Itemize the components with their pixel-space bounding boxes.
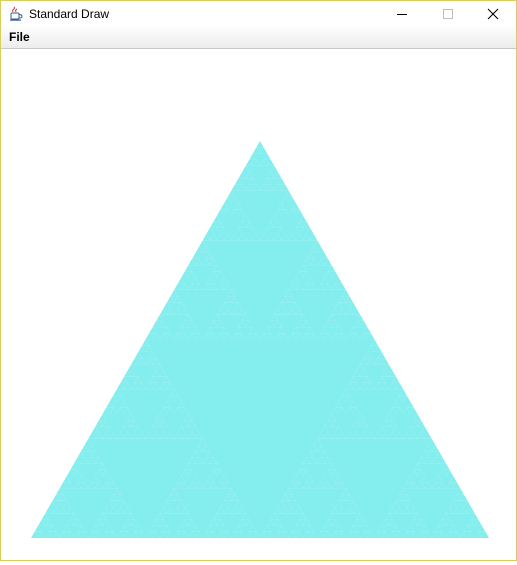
drawing-canvas[interactable] <box>2 49 514 560</box>
window-title: Standard Draw <box>29 7 110 21</box>
menu-bar: File <box>1 27 516 49</box>
java-cup-icon[interactable] <box>8 6 24 22</box>
menu-file[interactable]: File <box>9 30 30 45</box>
close-button[interactable] <box>470 1 516 27</box>
app-window: Standard Draw File <box>0 0 517 561</box>
maximize-button[interactable] <box>425 1 471 27</box>
sierpinski-drawing <box>31 141 489 538</box>
maximize-icon <box>443 9 453 19</box>
close-icon <box>487 8 499 20</box>
fractal-leaf-triangle <box>256 141 264 148</box>
minimize-icon <box>397 14 407 15</box>
title-bar[interactable]: Standard Draw <box>1 1 516 27</box>
minimize-button[interactable] <box>379 1 425 27</box>
